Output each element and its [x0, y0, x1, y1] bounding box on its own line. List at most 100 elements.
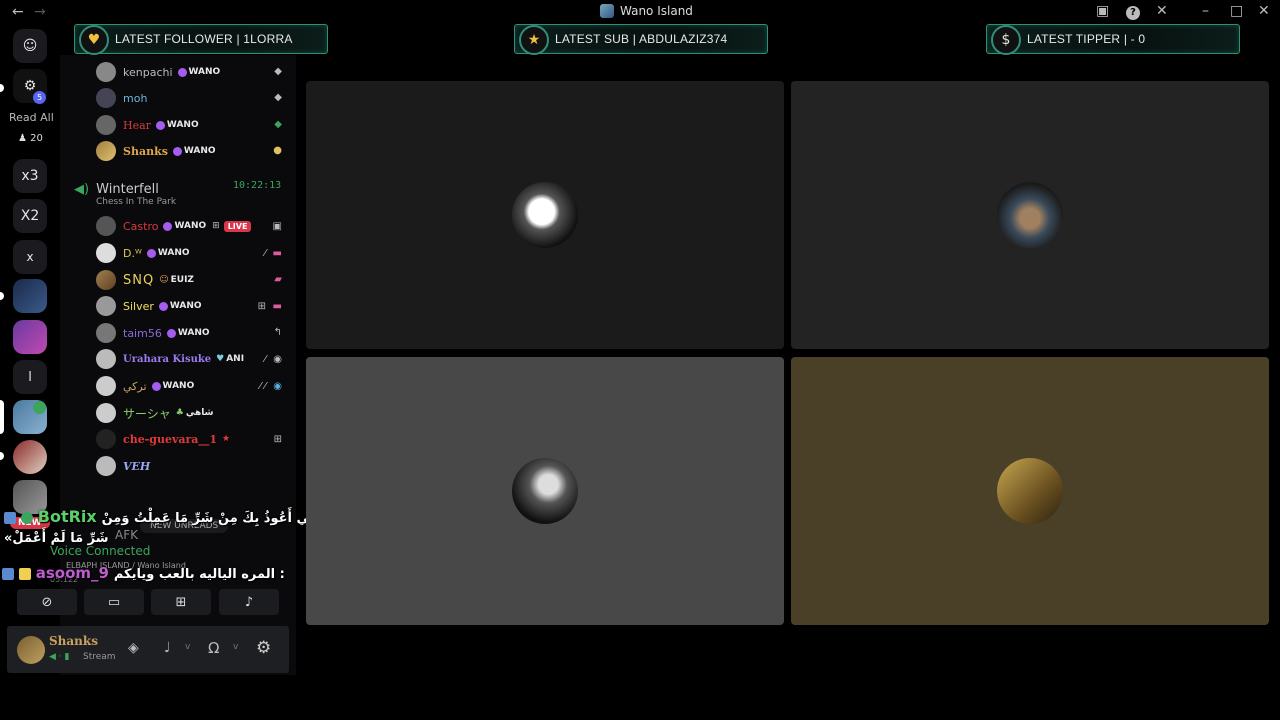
- member-row[interactable]: D.ᵂ WANO: [96, 242, 190, 264]
- chevron-down-icon[interactable]: v: [185, 642, 190, 652]
- member-row[interactable]: Hear WANO: [96, 114, 199, 136]
- activity-icon: ◉: [273, 381, 282, 392]
- member-row[interactable]: Shanks WANO: [96, 140, 216, 162]
- muted-mic-icon: ⁄: [264, 354, 266, 365]
- screen-share-button[interactable]: ▭: [84, 589, 144, 615]
- member-row[interactable]: VEH: [96, 455, 150, 477]
- platform-icon: [4, 512, 16, 524]
- discord-home-icon[interactable]: ☺: [13, 29, 47, 63]
- badge-count: 5: [33, 91, 46, 104]
- maximize-icon[interactable]: □: [1230, 3, 1243, 19]
- crown-icon: [18, 568, 31, 580]
- guild-tag-text: WANO: [169, 301, 202, 311]
- window-title-text: Wano Island: [620, 4, 693, 18]
- guild-tag-text: شاهي: [185, 408, 214, 418]
- member-row[interactable]: تركي WANO: [96, 375, 194, 397]
- avatar: [96, 323, 116, 343]
- guild-tag: ☺ EUIZ: [159, 275, 194, 285]
- server-x[interactable]: x: [13, 240, 47, 274]
- status-icons: ◀ · ▮: [49, 652, 70, 662]
- member-row[interactable]: Silver WANO: [96, 295, 202, 317]
- channel-sidebar: kenpachi WANO ◆ moh ◆ Hear WANO ◆ Shanks…: [60, 55, 296, 675]
- anime-server-avatar[interactable]: [13, 320, 47, 354]
- read-all-button[interactable]: Read All: [9, 111, 54, 124]
- member-name: Urahara Kisuke: [123, 353, 212, 365]
- camera-off-button[interactable]: ⊘: [17, 589, 77, 615]
- minimize-icon[interactable]: –: [1202, 3, 1209, 19]
- guild-tag: WANO: [166, 328, 210, 338]
- latest-follower-banner: ♥ LATEST FOLLOWER | 1LORRA: [74, 24, 328, 55]
- forward-arrow-icon[interactable]: →: [34, 4, 46, 20]
- member-row[interactable]: Castro WANO ⊞ LIVE: [96, 215, 252, 237]
- member-name: moh: [123, 91, 148, 105]
- avatar: [96, 349, 116, 369]
- guild-tag: ♣ شاهي: [175, 408, 214, 418]
- back-arrow-icon[interactable]: ←: [12, 4, 24, 20]
- activity-icon: ↰: [273, 327, 282, 338]
- member-row[interactable]: taim56 WANO: [96, 322, 210, 344]
- activity-icon: ●: [273, 145, 282, 156]
- playstation-icon: ◆: [274, 92, 282, 103]
- member-row[interactable]: che-guevara__1 ★: [96, 428, 230, 450]
- grid-icon: ⊞: [257, 301, 266, 312]
- guild-tag: WANO: [177, 67, 221, 77]
- speaker-icon: ◀): [74, 182, 90, 197]
- activities-button[interactable]: ⊞: [151, 589, 211, 615]
- guild-tag: WANO: [163, 221, 206, 231]
- video-tile[interactable]: [306, 357, 784, 625]
- help-icon[interactable]: ?: [1126, 6, 1140, 20]
- guild-tag-text: EUIZ: [170, 275, 194, 285]
- voice-active-icon: [33, 401, 46, 414]
- server-icon: [600, 4, 614, 18]
- guild-tag-text: WANO: [166, 120, 199, 130]
- unread-indicator: [0, 292, 4, 300]
- server-x3[interactable]: x3: [13, 159, 47, 193]
- verified-icon: [20, 512, 33, 524]
- avatar[interactable]: [17, 636, 45, 664]
- tools-icon[interactable]: ✕: [1156, 3, 1168, 19]
- member-row[interactable]: kenpachi WANO: [96, 61, 220, 83]
- soundboard-button[interactable]: ♪: [219, 589, 279, 615]
- latest-follower-text: LATEST FOLLOWER | 1LORRA: [115, 32, 293, 46]
- deafened-icon: ⁄ ⁄: [259, 381, 266, 392]
- participant-avatar: [997, 182, 1063, 248]
- username: Shanks: [49, 634, 98, 648]
- server-avatar[interactable]: [13, 440, 47, 474]
- member-row[interactable]: サーシャ ♣ شاهي: [96, 402, 213, 424]
- unread-indicator: [0, 84, 4, 92]
- member-row[interactable]: SNQ ☺ EUIZ: [96, 269, 194, 291]
- video-tile[interactable]: [306, 81, 784, 349]
- member-name: تركي: [123, 379, 147, 393]
- server-l[interactable]: l: [13, 360, 47, 394]
- video-tile[interactable]: [791, 81, 1269, 349]
- member-name: VEH: [123, 459, 151, 473]
- member-row[interactable]: Urahara Kisuke ♥ ANI: [96, 348, 244, 370]
- voice-channel-winterfell[interactable]: ◀) Winterfell: [74, 178, 159, 197]
- avatar: [96, 62, 116, 82]
- avatar: [96, 243, 116, 263]
- chevron-down-icon[interactable]: v: [233, 642, 238, 652]
- inbox-icon[interactable]: ▣: [1096, 3, 1109, 19]
- game-controller-icon[interactable]: ◈: [128, 640, 139, 656]
- microphone-icon[interactable]: ♩: [164, 640, 171, 656]
- close-icon[interactable]: ✕: [1258, 3, 1270, 19]
- server-avatar[interactable]: [13, 279, 47, 313]
- guild-tag-text: ★: [222, 434, 231, 444]
- window-title: Wano Island: [600, 4, 693, 18]
- guild-tag: ★: [222, 434, 230, 444]
- voice-connected-label[interactable]: Voice Connected: [50, 544, 150, 558]
- member-row[interactable]: moh: [96, 87, 147, 109]
- avatar: [96, 456, 116, 476]
- video-tile[interactable]: [791, 357, 1269, 625]
- participant-avatar: [512, 458, 578, 524]
- avatar: [96, 270, 116, 290]
- gear-icon[interactable]: ⚙: [256, 638, 271, 658]
- member-name: che-guevara__1: [123, 432, 218, 446]
- headphones-icon[interactable]: Ω: [208, 639, 219, 657]
- guild-tag-text: WANO: [188, 67, 221, 77]
- member-count-text: 20: [30, 133, 43, 144]
- afk-channel[interactable]: AFK: [115, 528, 138, 542]
- guild-tag: ♥ ANI: [216, 354, 245, 364]
- activity-icon: ◉: [273, 354, 282, 365]
- server-x2[interactable]: X2: [13, 199, 47, 233]
